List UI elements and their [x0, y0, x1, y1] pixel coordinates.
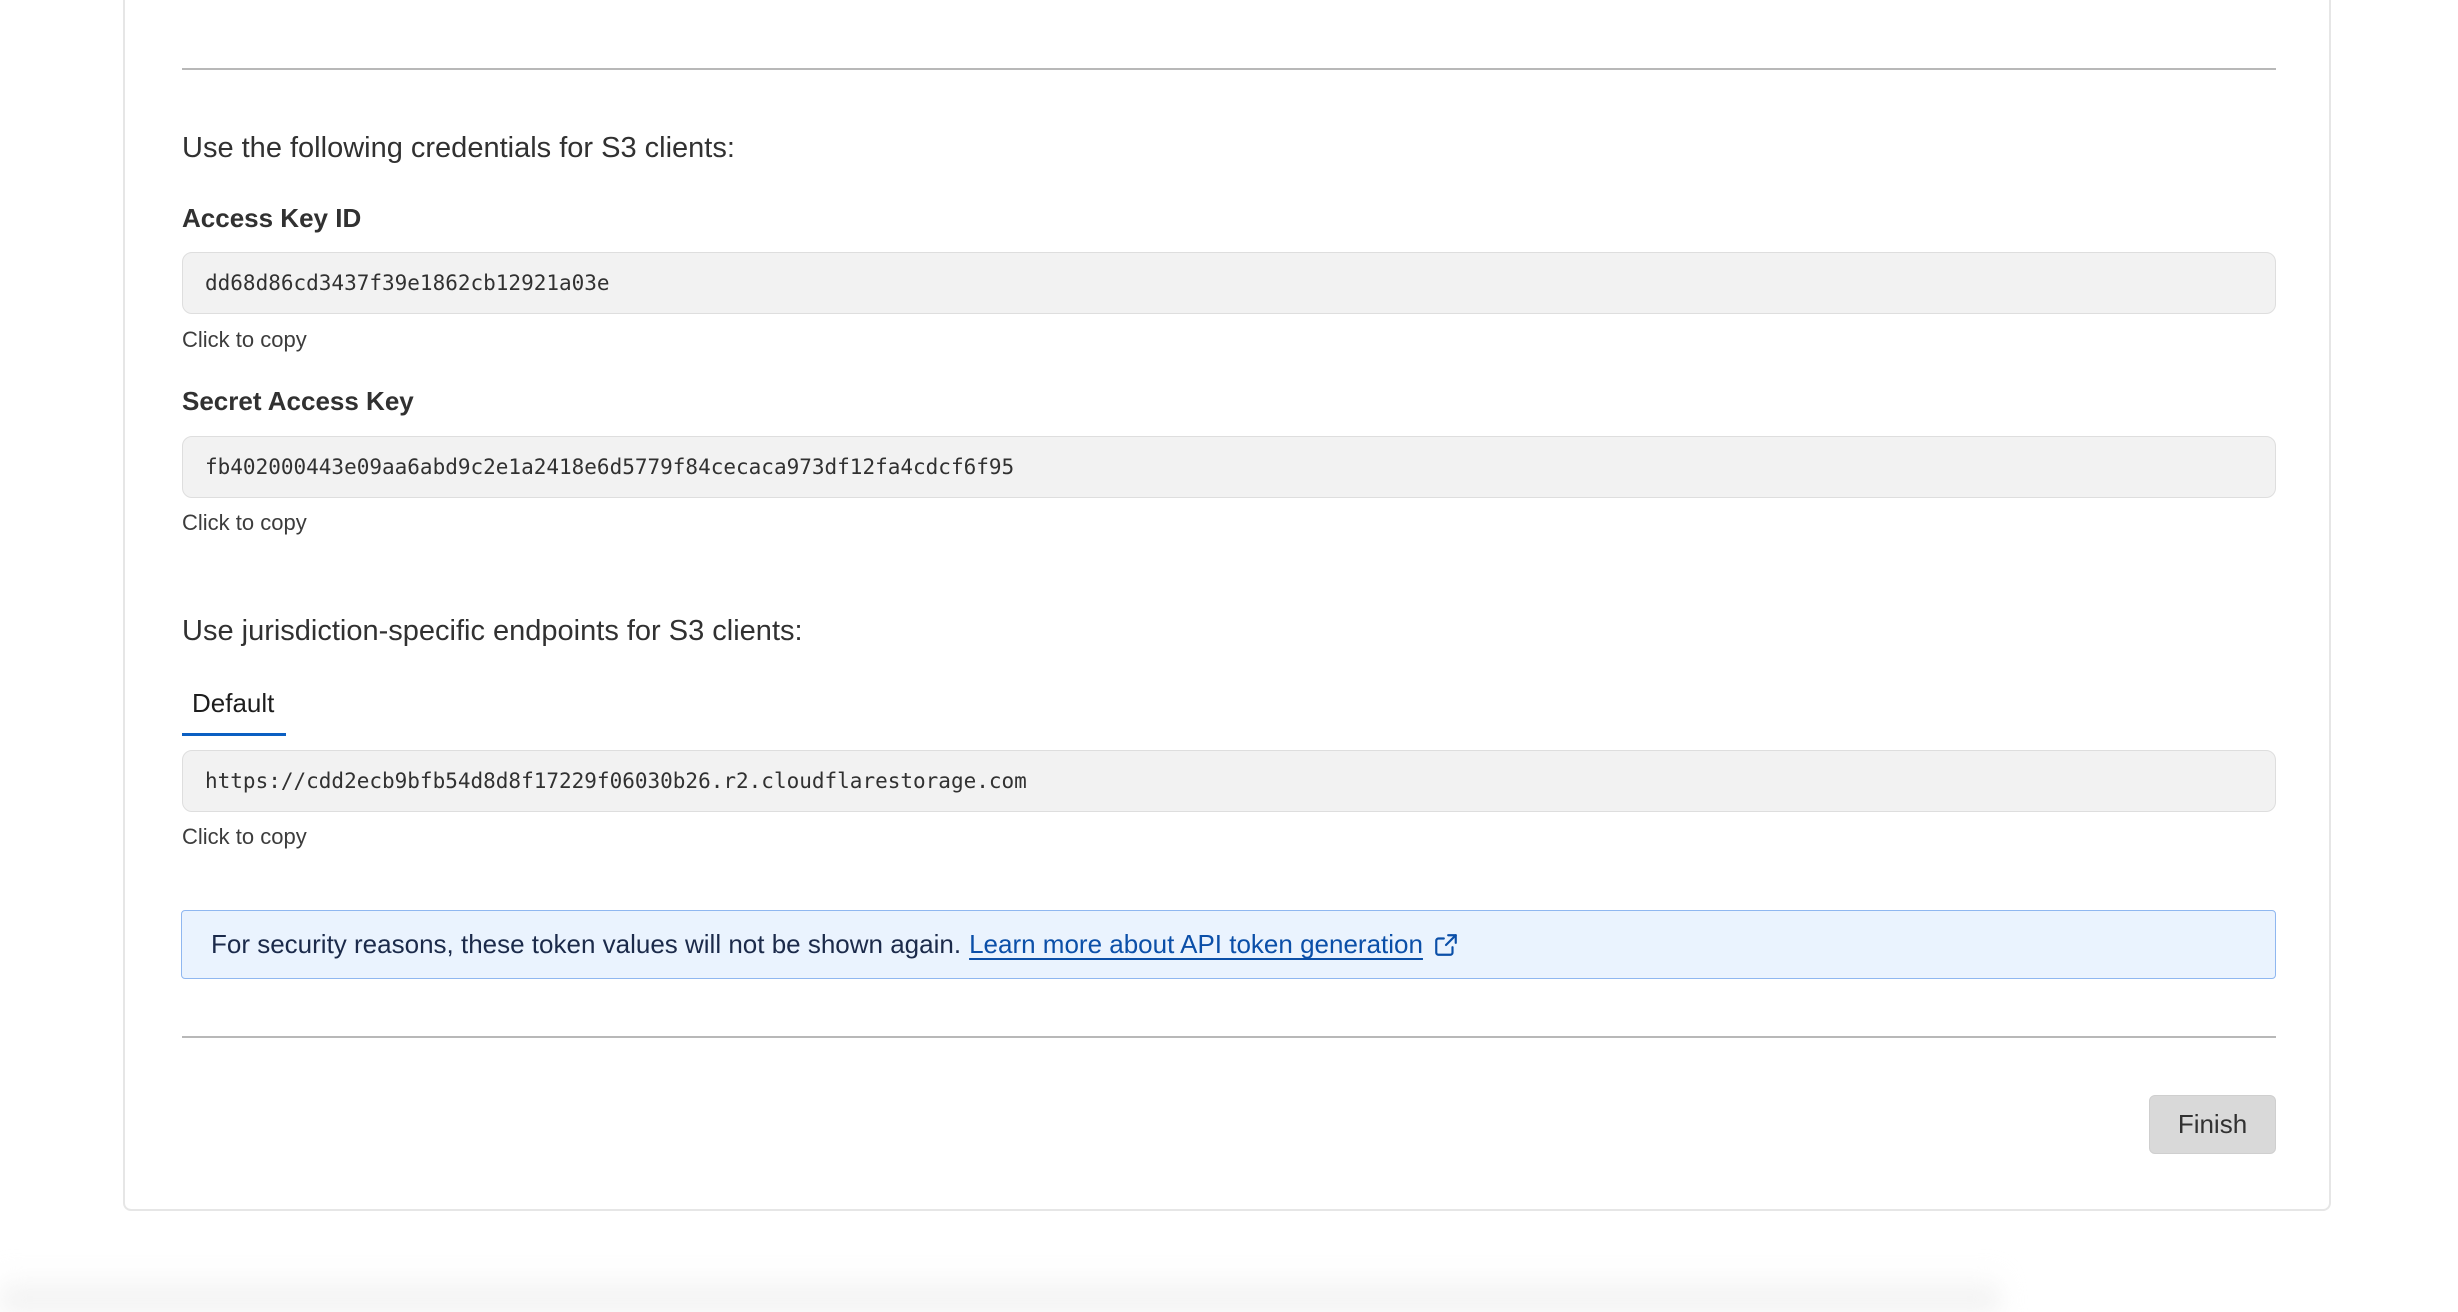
access-key-label: Access Key ID [182, 203, 362, 233]
endpoints-heading: Use jurisdiction-specific endpoints for … [182, 615, 803, 647]
create-token-result-card [123, 0, 2331, 1211]
secret-key-label: Secret Access Key [182, 386, 414, 416]
access-key-field[interactable]: dd68d86cd3437f39e1862cb12921a03e [182, 252, 2276, 314]
secret-key-copy-hint: Click to copy [182, 510, 307, 535]
api-token-docs-link[interactable]: Learn more about API token generation [969, 929, 1423, 960]
security-notice: For security reasons, these token values… [181, 910, 2276, 979]
tab-default[interactable]: Default [182, 688, 286, 736]
access-key-copy-hint: Click to copy [182, 327, 307, 352]
security-notice-text: For security reasons, these token values… [211, 929, 962, 959]
top-divider [182, 68, 2276, 70]
tab-default-label: Default [192, 688, 275, 718]
page-bottom-shadow [0, 1270, 2000, 1312]
credentials-heading: Use the following credentials for S3 cli… [182, 132, 735, 164]
external-link-icon[interactable] [1433, 932, 1459, 958]
secret-key-field[interactable]: fb402000443e09aa6abd9c2e1a2418e6d5779f84… [182, 436, 2276, 498]
endpoint-copy-hint: Click to copy [182, 824, 307, 849]
endpoint-url-field[interactable]: https://cdd2ecb9bfb54d8d8f17229f06030b26… [182, 750, 2276, 812]
finish-button[interactable]: Finish [2149, 1095, 2276, 1154]
bottom-divider [182, 1036, 2276, 1038]
